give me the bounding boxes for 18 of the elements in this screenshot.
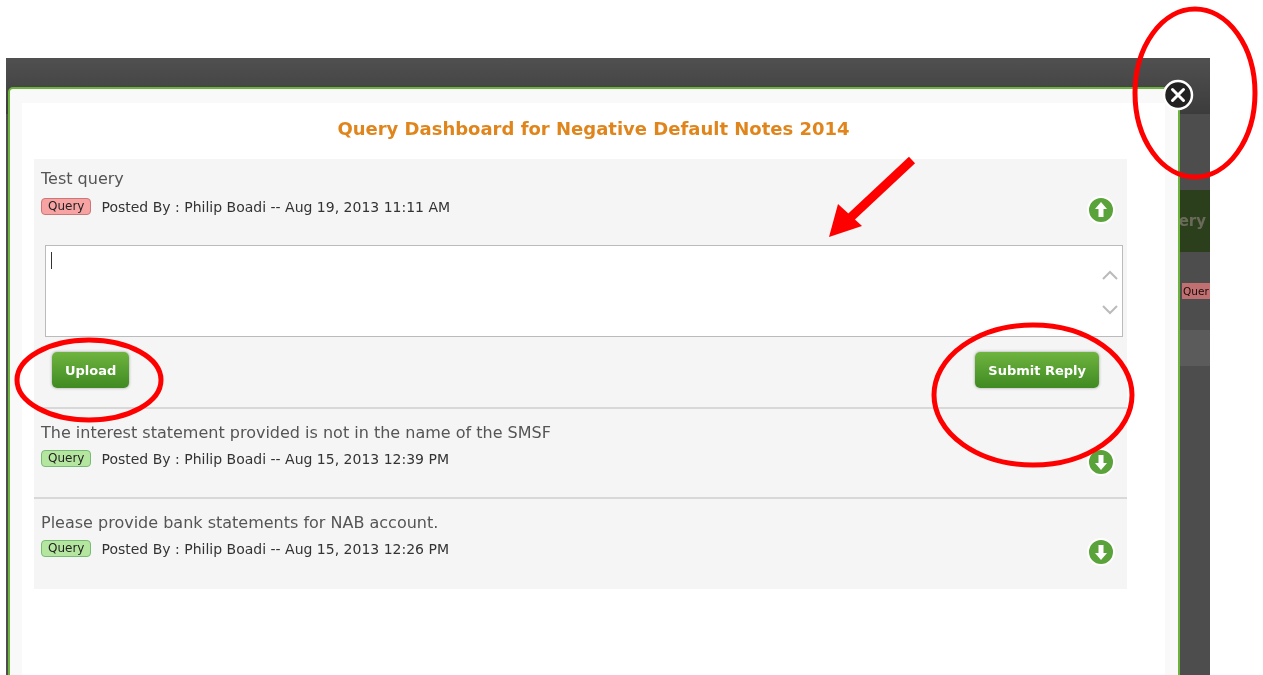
action-button[interactable]: Submit Reply [975,352,1099,388]
query-tag: Quer [1182,283,1210,299]
close-icon[interactable] [1162,79,1194,111]
collapse-up-icon[interactable] [1087,196,1115,224]
action-button[interactable]: Upload [52,352,130,388]
posted-by-text: Posted By : Philip Boadi -- Aug 15, 2013 12:39 PM [101,450,449,467]
reply-text-area[interactable] [45,245,1123,337]
expand-down-icon[interactable] [1087,538,1115,566]
query-tag: Query [41,198,92,215]
query-tag: Query [41,450,92,467]
dialog-title: Query Dashboard for Negative Default Notes 2014 [336,118,851,139]
expand-down-icon[interactable] [1087,448,1115,476]
query-text: Test query [41,169,125,188]
query-text: The interest statement provided is not in the name of the SMSF [41,423,552,442]
posted-by-text: Posted By : Philip Boadi -- Aug 15, 2013 12:26 PM [101,540,449,557]
query-tag: Query [41,540,92,557]
posted-by-text: Posted By : Philip Boadi -- Aug 19, 2013 11:11 AM [101,198,451,215]
query-text: Please provide bank statements for NAB account. [41,513,440,532]
